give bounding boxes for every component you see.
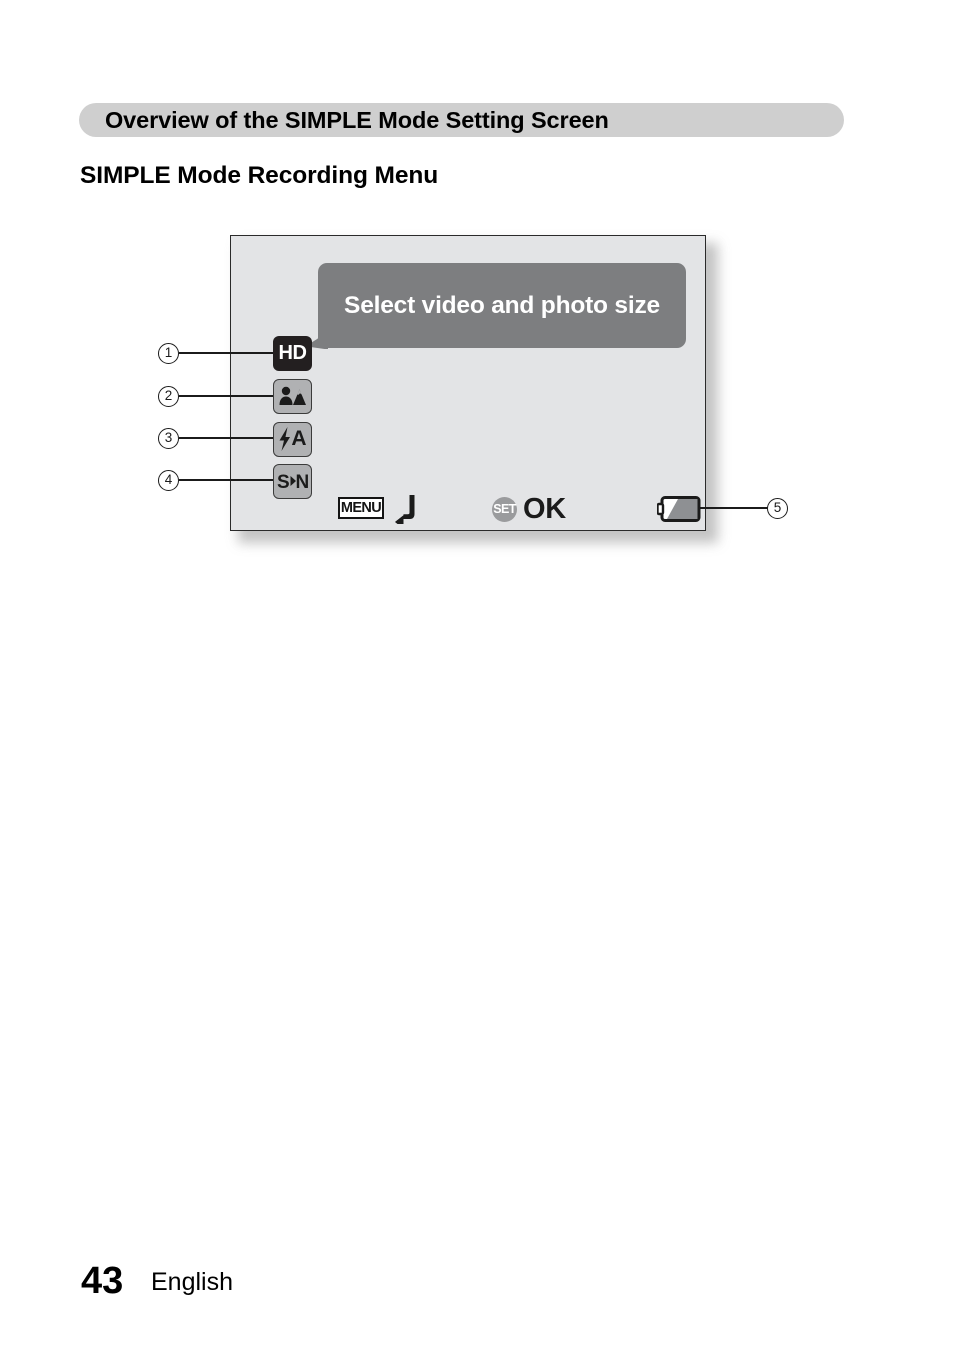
callout-number-2: 2 <box>164 388 173 403</box>
callout-number-1: 1 <box>164 345 173 360</box>
callout-leader-1 <box>179 352 273 354</box>
callout-number-4: 4 <box>164 472 173 487</box>
scene-select-glyph <box>279 386 306 405</box>
callout-marker-4: 4 <box>158 470 179 491</box>
callout-leader-5 <box>699 507 769 509</box>
hd-resolution-label: HD <box>278 342 307 364</box>
svg-text:N: N <box>296 472 310 493</box>
callout-marker-1: 1 <box>158 343 179 364</box>
menu-button-badge[interactable]: MENU <box>338 497 384 519</box>
mode-arrow-glyph: S N <box>277 472 310 493</box>
hd-resolution-icon[interactable]: HD <box>273 336 312 371</box>
callout-number-3: 3 <box>164 430 173 445</box>
simple-to-normal-mode-icon[interactable]: S N <box>273 464 312 499</box>
callout-marker-5: 5 <box>767 498 788 519</box>
svg-text:S: S <box>277 472 290 493</box>
tooltip-text: Select video and photo size <box>344 292 660 319</box>
page-number: 43 <box>81 1260 124 1302</box>
camera-screen-figure: Select video and photo size HD A S N MEN… <box>0 0 954 600</box>
callout-leader-3 <box>179 437 273 439</box>
page-language: English <box>151 1268 233 1296</box>
menu-button-label: MENU <box>340 500 382 516</box>
callout-leader-2 <box>179 395 273 397</box>
callout-leader-4 <box>179 479 273 481</box>
set-button-label: SET <box>493 502 516 516</box>
tooltip-bubble: Select video and photo size <box>318 263 686 348</box>
callout-marker-3: 3 <box>158 428 179 449</box>
flash-auto-icon[interactable]: A <box>273 422 312 457</box>
set-button-badge[interactable]: SET <box>492 497 517 522</box>
scene-select-person-mountain-icon[interactable] <box>273 379 312 414</box>
flash-auto-label: A <box>291 427 306 450</box>
callout-number-5: 5 <box>773 500 782 515</box>
return-arrow-icon <box>395 495 415 524</box>
battery-level-icon <box>657 496 701 522</box>
callout-marker-2: 2 <box>158 386 179 407</box>
ok-action-label: OK <box>523 493 566 525</box>
